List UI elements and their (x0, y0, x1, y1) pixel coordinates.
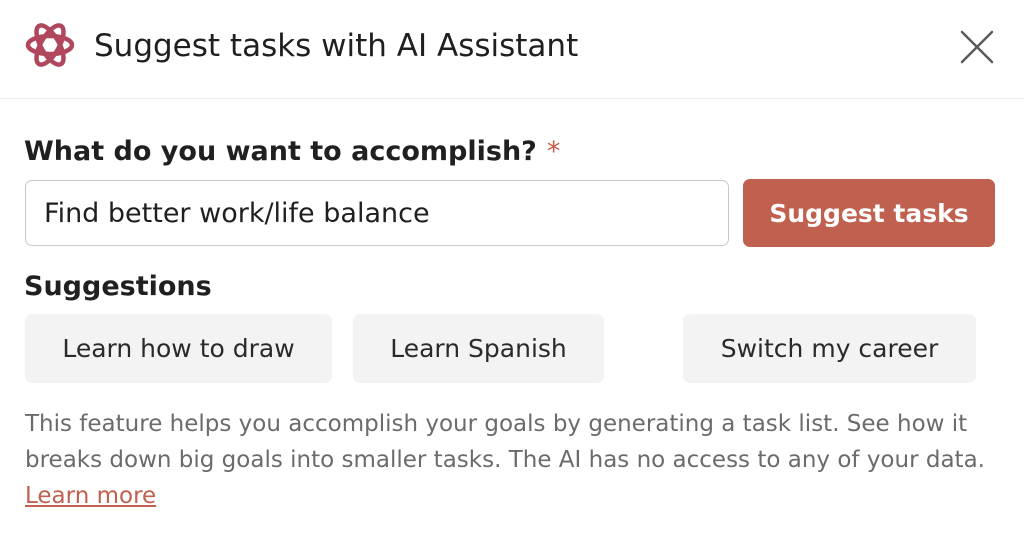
suggestions-heading: Suggestions (24, 271, 212, 302)
feature-info: This feature helps you accomplish your g… (25, 406, 1005, 514)
required-marker: * (546, 136, 561, 167)
ai-assistant-dialog: Suggest tasks with AI Assistant What do … (0, 0, 1024, 537)
suggestion-chip-switch-career[interactable]: Switch my career (683, 314, 976, 383)
learn-more-link[interactable]: Learn more (25, 483, 156, 509)
openai-knot-icon (25, 23, 75, 67)
suggestion-chip-learn-spanish[interactable]: Learn Spanish (353, 314, 604, 383)
suggestion-chip-learn-draw[interactable]: Learn how to draw (25, 314, 332, 383)
suggest-tasks-button[interactable]: Suggest tasks (743, 179, 995, 247)
dialog-title: Suggest tasks with AI Assistant (94, 28, 579, 64)
goal-question-text: What do you want to accomplish? (24, 136, 537, 167)
dialog-header: Suggest tasks with AI Assistant (0, 0, 1024, 99)
goal-input[interactable] (25, 180, 729, 246)
close-icon[interactable] (956, 26, 998, 68)
feature-info-text: This feature helps you accomplish your g… (25, 411, 985, 473)
goal-question-label: What do you want to accomplish? * (24, 132, 560, 172)
